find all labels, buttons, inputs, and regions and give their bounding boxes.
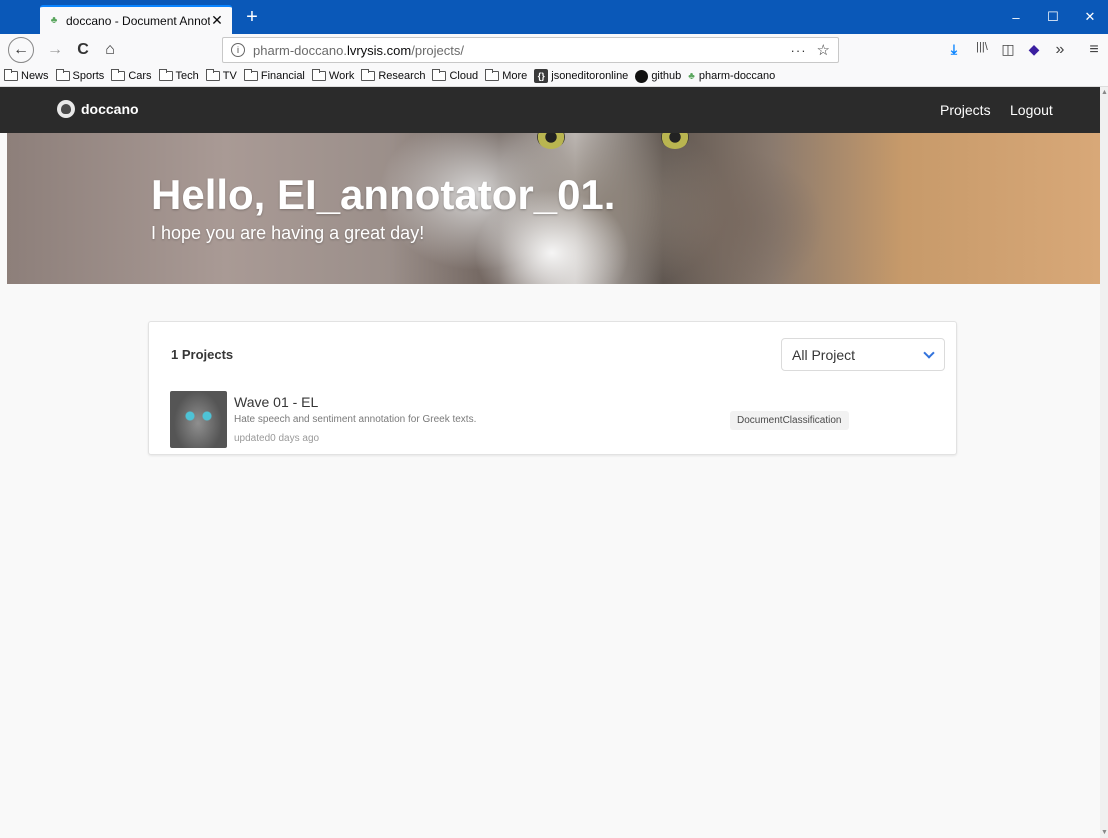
bookmark-financial[interactable]: Financial [243, 69, 305, 82]
leaf-icon: ♣ [688, 70, 695, 82]
folder-icon [158, 69, 173, 81]
folder-icon [205, 69, 220, 81]
bookmark-tech[interactable]: Tech [158, 69, 199, 82]
bookmarks-bar: News Sports Cars Tech TV Financial Work … [0, 66, 1108, 87]
info-icon[interactable]: i [231, 43, 245, 57]
projects-card: 1 Projects All Project Wave 01 - EL Hate… [148, 321, 957, 455]
browser-titlebar: ♣ doccano - Document Annotati ✕ + – ☐ ✕ [0, 0, 1108, 34]
bookmark-tv[interactable]: TV [205, 69, 237, 82]
scroll-down-icon[interactable]: ▼ [1101, 829, 1108, 836]
project-name[interactable]: Wave 01 - EL [234, 394, 318, 410]
project-filter-select[interactable]: All Project [781, 338, 945, 371]
projects-count: 1 Projects [171, 347, 234, 362]
bookmark-cloud[interactable]: Cloud [432, 69, 478, 82]
page-actions-icon[interactable]: ··· [791, 43, 807, 58]
bookmark-jsoneditoronline[interactable]: {} jsoneditoronline [534, 69, 628, 83]
download-icon[interactable]: ⤓ [944, 41, 964, 59]
logout-link[interactable]: Logout [1010, 102, 1053, 118]
folder-icon [361, 69, 376, 81]
bookmark-pharm-doccano[interactable]: ♣ pharm-doccano [688, 70, 775, 82]
folder-icon [4, 69, 18, 81]
cat-eye-icon [537, 133, 565, 149]
browser-tab[interactable]: ♣ doccano - Document Annotati ✕ [40, 5, 232, 34]
browser-window: ♣ doccano - Document Annotati ✕ + – ☐ ✕ … [0, 0, 1108, 838]
folder-icon [432, 69, 447, 81]
chevron-down-icon [924, 350, 934, 360]
close-window-button[interactable]: ✕ [1072, 0, 1108, 34]
scrollbar[interactable]: ▲ ▼ [1100, 87, 1108, 838]
browser-toolbar: ← → C ⌂ i pharm-doccano.lvrysis.com/proj… [0, 34, 1108, 66]
cat-eye-icon [661, 133, 689, 149]
github-icon [635, 69, 649, 83]
bookmark-news[interactable]: News [4, 69, 49, 82]
project-updated: updated0 days ago [234, 433, 320, 444]
url-bar[interactable]: i pharm-doccano.lvrysis.com/projects/ ··… [222, 37, 839, 63]
project-description: Hate speech and sentiment annotation for… [234, 414, 477, 425]
bookmark-star-icon[interactable]: ☆ [817, 41, 830, 59]
hero-banner: Hello, EI_annotator_01. I hope you are h… [7, 133, 1100, 284]
bookmark-research[interactable]: Research [361, 69, 425, 82]
brand-link[interactable]: doccano [57, 100, 139, 118]
projects-link[interactable]: Projects [940, 102, 991, 118]
extension-icon[interactable]: ◆ [1024, 41, 1044, 59]
leaf-icon: ♣ [50, 15, 58, 26]
brand-name: doccano [81, 101, 139, 117]
sidebar-icon[interactable]: ◫ [998, 41, 1018, 59]
url-text: pharm-doccano.lvrysis.com/projects/ [253, 42, 464, 58]
forward-button[interactable]: → [42, 37, 68, 63]
back-button[interactable]: ← [8, 37, 34, 63]
scroll-up-icon[interactable]: ▲ [1101, 89, 1108, 96]
reload-button[interactable]: C [70, 37, 96, 63]
page-content: doccano Projects Logout Hello, EI_annota… [0, 87, 1100, 838]
doccano-logo-icon [57, 100, 75, 118]
maximize-button[interactable]: ☐ [1035, 0, 1071, 34]
bookmark-more[interactable]: More [485, 69, 527, 82]
folder-icon [111, 69, 126, 81]
hero-subtitle: I hope you are having a great day! [151, 223, 425, 243]
hero-title: Hello, EI_annotator_01. [151, 171, 616, 218]
folder-icon [485, 69, 500, 81]
overflow-icon[interactable]: » [1050, 41, 1070, 59]
home-button[interactable]: ⌂ [97, 37, 123, 63]
project-type-tag: DocumentClassification [730, 411, 849, 430]
app-navbar: doccano Projects Logout [0, 87, 1100, 133]
bookmark-sports[interactable]: Sports [55, 69, 104, 82]
new-tab-button[interactable]: + [240, 6, 264, 30]
folder-icon [311, 69, 326, 81]
tab-title: doccano - Document Annotati [66, 13, 210, 28]
bookmark-github[interactable]: github [635, 69, 681, 83]
bookmark-cars[interactable]: Cars [111, 69, 152, 82]
project-thumbnail [170, 391, 227, 448]
folder-icon [243, 69, 258, 81]
menu-icon[interactable]: ≡ [1084, 41, 1104, 59]
folder-icon [55, 69, 70, 81]
close-tab-icon[interactable]: ✕ [210, 12, 224, 29]
minimize-button[interactable]: – [998, 0, 1034, 34]
braces-icon: {} [534, 69, 549, 83]
bookmark-work[interactable]: Work [311, 69, 354, 82]
project-filter-value: All Project [792, 346, 856, 363]
library-icon[interactable]: |||\ [972, 41, 992, 59]
